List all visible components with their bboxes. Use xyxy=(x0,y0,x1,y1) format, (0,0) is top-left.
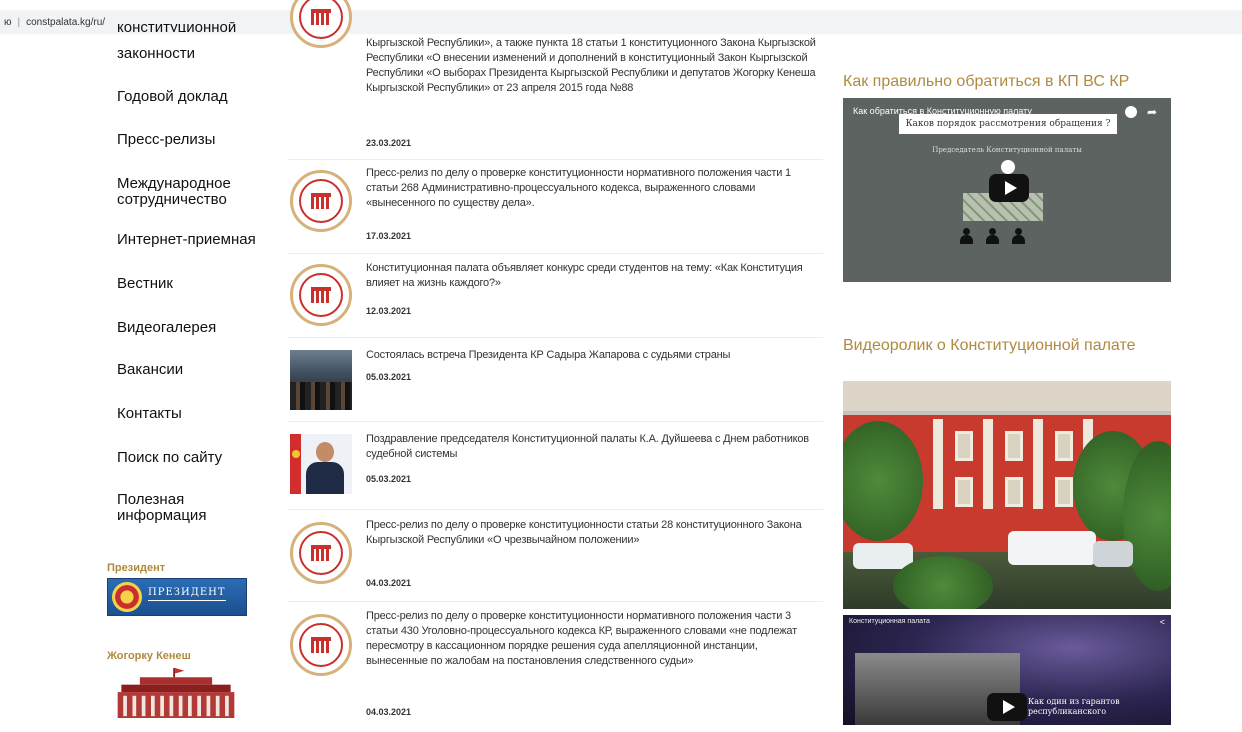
video-overlay-text: Как один из гарантов республиканского xyxy=(1028,697,1120,716)
video-subtitle: Председатель Конституционной палаты xyxy=(932,146,1082,154)
news-title[interactable]: Поздравление председателя Конституционно… xyxy=(366,432,821,462)
news-title[interactable]: Состоялась встреча Президента КР Садыра … xyxy=(366,348,821,363)
news-title[interactable]: Пресс-релиз по делу о проверке конституц… xyxy=(366,166,821,211)
news-date: 04.03.2021 xyxy=(366,707,412,717)
news-title[interactable]: Пресс-релиз по делу о проверке конституц… xyxy=(366,609,821,669)
car xyxy=(853,543,913,569)
sidebar-item-legality[interactable]: законности xyxy=(117,46,195,62)
chairman-photo xyxy=(290,434,352,494)
url-separator: | xyxy=(17,16,21,28)
sidebar-item-useful-info[interactable]: Полезная информация xyxy=(117,492,206,524)
sidebar-item-international[interactable]: Международное сотрудничество xyxy=(117,176,231,208)
parliament-building-icon[interactable] xyxy=(107,668,245,718)
news-date: 05.03.2021 xyxy=(366,372,412,382)
share-icon[interactable]: ➦ xyxy=(1147,105,1157,119)
constitutional-chamber-seal-icon xyxy=(290,522,352,584)
sidebar-partial-line[interactable]: конституционной xyxy=(117,22,236,32)
sidebar-item-press-releases[interactable]: Пресс-релизы xyxy=(117,132,215,148)
news-date: 17.03.2021 xyxy=(366,231,412,241)
news-item[interactable]: Пресс-релиз по делу о проверке конституц… xyxy=(288,510,823,602)
news-item[interactable]: Конституционная палата объявляет конкурс… xyxy=(288,254,823,338)
appeal-video-player[interactable]: Как обратиться в Конституционную палату … xyxy=(843,98,1171,282)
tree xyxy=(843,421,923,541)
news-date: 04.03.2021 xyxy=(366,578,412,588)
news-title[interactable]: Пресс-релиз по делу о проверке конституц… xyxy=(366,518,821,548)
kenesh-heading: Жогорку Кенеш xyxy=(107,650,191,662)
news-date: 12.03.2021 xyxy=(366,306,412,316)
sidebar-item-contacts[interactable]: Контакты xyxy=(117,406,182,422)
how-to-appeal-heading: Как правильно обратиться в КП ВС КР xyxy=(843,73,1130,90)
news-title[interactable]: Кыргызской Республики», а также пункта 1… xyxy=(366,36,821,96)
bush xyxy=(893,556,993,609)
news-thumbnail[interactable] xyxy=(290,434,352,496)
sidebar-item-internet-reception[interactable]: Интернет-приемная xyxy=(117,232,256,248)
news-thumbnail[interactable] xyxy=(290,0,352,48)
person-icon xyxy=(985,228,999,244)
person-icon xyxy=(959,228,973,244)
url-text[interactable]: constpalata.kg/ru/ xyxy=(26,17,105,28)
constitutional-chamber-video[interactable]: Конституционная палата < Как один из гар… xyxy=(843,615,1171,725)
news-item[interactable]: Пресс-релиз по делу о проверке конституц… xyxy=(288,602,823,732)
president-heading: Президент xyxy=(107,562,166,574)
news-thumbnail[interactable] xyxy=(290,350,352,412)
news-item[interactable]: Пресс-релиз по делу о проверке конституц… xyxy=(288,160,823,254)
news-thumbnail[interactable] xyxy=(290,264,352,326)
president-banner-label: ПРЕЗИДЕНТ xyxy=(148,586,226,598)
sidebar-item-annual-report[interactable]: Годовой доклад xyxy=(117,89,228,105)
share-icon[interactable]: < xyxy=(1160,617,1165,627)
news-title[interactable]: Конституционная палата объявляет конкурс… xyxy=(366,261,821,291)
sidebar-item-vacancies[interactable]: Вакансии xyxy=(117,362,183,378)
constitutional-chamber-seal-icon xyxy=(290,264,352,326)
constitutional-chamber-seal-icon xyxy=(290,170,352,232)
play-button[interactable] xyxy=(989,174,1029,202)
car xyxy=(1008,531,1096,565)
news-thumbnail[interactable] xyxy=(290,170,352,232)
car xyxy=(1093,541,1133,567)
url-prefix: ю xyxy=(4,16,12,28)
building-video[interactable] xyxy=(843,381,1171,609)
sidebar-item-site-search[interactable]: Поиск по сайту xyxy=(117,450,222,466)
news-date: 05.03.2021 xyxy=(366,474,412,484)
president-banner[interactable]: ПРЕЗИДЕНТ xyxy=(107,578,247,616)
news-thumbnail[interactable] xyxy=(290,522,352,584)
banner-underline xyxy=(148,599,226,608)
constitutional-chamber-seal-icon xyxy=(290,0,352,48)
news-thumbnail[interactable] xyxy=(290,614,352,676)
figure-icon xyxy=(1001,160,1015,174)
news-item[interactable]: Состоялась встреча Президента КР Садыра … xyxy=(288,338,823,422)
constitutional-chamber-seal-icon xyxy=(290,614,352,676)
sidebar-item-video-gallery[interactable]: Видеогалерея xyxy=(117,320,216,336)
emblem-icon xyxy=(112,582,142,612)
video-title[interactable]: Конституционная палата xyxy=(849,618,930,625)
person-icon xyxy=(1011,228,1025,244)
play-button[interactable] xyxy=(987,693,1027,721)
video-board-text: Каков порядок рассмотрения обращения ? xyxy=(899,114,1117,134)
video-about-heading: Видеоролик о Конституционной палате xyxy=(843,337,1136,354)
people-icons xyxy=(959,228,1025,244)
news-date: 23.03.2021 xyxy=(366,138,412,148)
news-item[interactable]: Поздравление председателя Конституционно… xyxy=(288,422,823,510)
meeting-photo xyxy=(290,350,352,410)
sidebar-item-bulletin[interactable]: Вестник xyxy=(117,276,173,292)
watch-later-icon[interactable] xyxy=(1125,106,1137,118)
news-item[interactable]: Кыргызской Республики», а также пункта 1… xyxy=(288,0,823,160)
